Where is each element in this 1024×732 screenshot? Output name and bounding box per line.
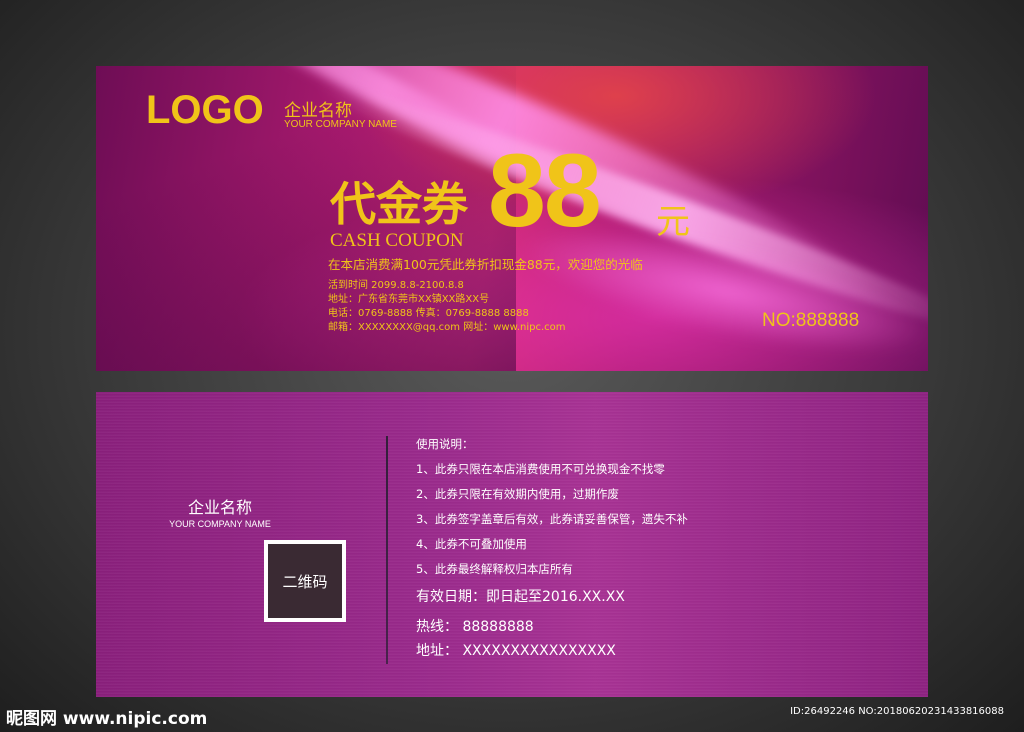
hotline: 热线： 88888888: [416, 619, 534, 635]
company-name-en: YOUR COMPANY NAME: [284, 119, 397, 130]
coupon-title-en: CASH COUPON: [330, 230, 464, 251]
company-name-cn: 企业名称: [187, 498, 252, 517]
coupon-unit: 元: [656, 202, 690, 242]
front-email-web: 邮箱：XXXXXXXX@qq.com 网址：www.nipc.com: [328, 322, 566, 333]
rule-item: 3、此券签字盖章后有效，此券请妥善保管，遗失不补: [416, 512, 688, 526]
rule-item: 5、此券最终解释权归本店所有: [416, 562, 573, 576]
rule-item: 2、此券只限在有效期内使用，过期作废: [416, 487, 619, 501]
company-name-en: YOUR COMPANY NAME: [169, 519, 271, 529]
company-name-cn: 企业名称: [284, 101, 352, 121]
watermark-id: ID:26492246 NO:20180620231433816088: [790, 706, 1004, 717]
qr-code-box: 二维码: [264, 540, 346, 622]
watermark-site: 昵图网 www.nipic.com: [6, 709, 208, 729]
event-time: 活到时间 2099.8.8-2100.8.8: [328, 280, 464, 291]
logo: LOGO: [146, 88, 264, 132]
qr-code-placeholder: 二维码: [268, 544, 342, 618]
promo-text: 在本店消费满100元凭此券折扣现金88元，欢迎您的光临: [328, 257, 643, 272]
coupon-title-cn: 代金券: [330, 177, 468, 231]
rule-item: 1、此券只限在本店消费使用不可兑换现金不找零: [416, 462, 665, 476]
back-address: 地址： XXXXXXXXXXXXXXXX: [416, 643, 616, 659]
divider: [386, 436, 388, 664]
front-address: 地址：广东省东莞市XX镇XX路XX号: [328, 294, 490, 305]
coupon-back: 企业名称 YOUR COMPANY NAME 二维码 使用说明： 1、此券只限在…: [96, 392, 928, 697]
coupon-amount: 88: [488, 133, 602, 249]
front-phone-fax: 电话：0769-8888 传真：0769-8888 8888: [328, 308, 529, 319]
validity-date: 有效日期：即日起至2016.XX.XX: [416, 589, 625, 605]
rules-title: 使用说明：: [416, 437, 474, 451]
rule-item: 4、此券不可叠加使用: [416, 537, 527, 551]
coupon-front: LOGO 企业名称 YOUR COMPANY NAME 代金券 88 元 CAS…: [96, 66, 928, 371]
serial-number: NO:888888: [762, 310, 860, 331]
